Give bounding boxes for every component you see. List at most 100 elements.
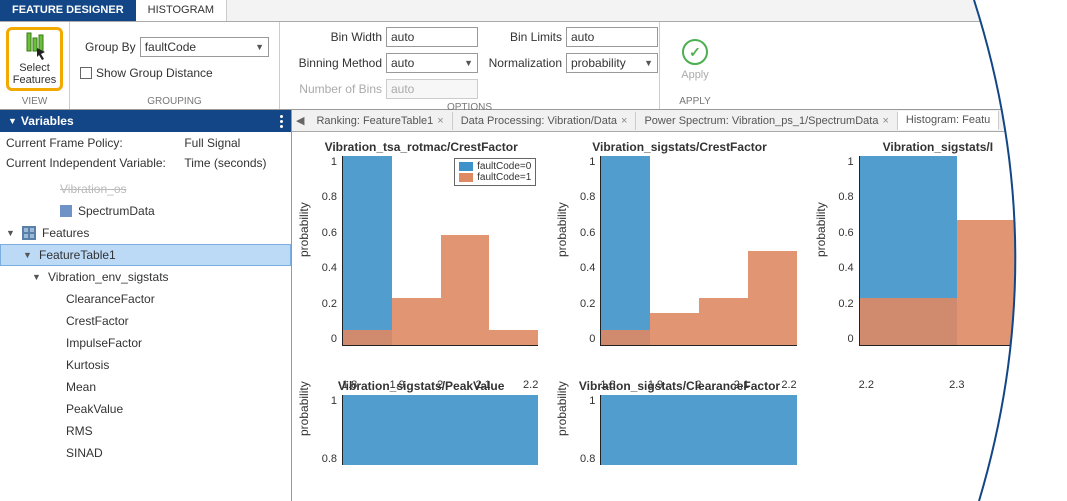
doc-tab-dataprocessing[interactable]: Data Processing: Vibration/Data × (453, 112, 637, 130)
select-features-button[interactable]: Select Features (6, 27, 63, 91)
doc-tab-ranking[interactable]: Ranking: FeatureTable1 × (308, 112, 452, 130)
expand-icon[interactable]: ▼ (32, 272, 42, 282)
histogram-bar (601, 330, 650, 345)
chart-title: Vibration_sigstats/I (815, 140, 1061, 154)
tree-row-vibenv[interactable]: ▼ Vibration_env_sigstats (0, 266, 291, 288)
select-features-icon (23, 32, 47, 60)
doc-tab-powerspectrum[interactable]: Power Spectrum: Vibration_ps_1/SpectrumD… (636, 112, 897, 130)
tree-leaf[interactable]: CrestFactor (0, 310, 291, 332)
select-features-label: Select Features (13, 62, 56, 86)
chart-title: Vibration_sigstats/PeakValue (298, 379, 544, 393)
histogram-bar (489, 330, 538, 345)
groupby-value: faultCode (145, 40, 196, 54)
histogram-bar (601, 156, 650, 345)
tree-row-features[interactable]: ▼ Features (0, 222, 291, 244)
histogram-bar (699, 298, 748, 345)
chevron-down-icon: ▼ (8, 116, 17, 126)
histogram-bar (860, 298, 958, 345)
tree-label: SpectrumData (78, 204, 155, 218)
groupby-label: Group By (80, 40, 136, 54)
histogram-bar (343, 156, 392, 345)
y-ticks: 10.80.60.40.20 (307, 156, 337, 345)
variables-title: Variables (21, 114, 280, 128)
expand-icon[interactable]: ▼ (23, 250, 33, 260)
histogram-bar (343, 330, 392, 345)
indep-var-label: Current Independent Variable: (6, 156, 184, 170)
tree-leaf[interactable]: Mean (0, 376, 291, 398)
frame-policy-value: Full Signal (184, 136, 285, 150)
histogram-bar (441, 235, 490, 345)
apply-label: Apply (681, 69, 709, 81)
chart-title: Vibration_sigstats/CrestFactor (556, 140, 802, 154)
histogram-bar (601, 395, 796, 465)
doc-tab-label: Histogram: Featu (906, 114, 990, 126)
binwidth-input[interactable]: auto (386, 27, 478, 47)
binmethod-label: Binning Method (290, 56, 382, 70)
histogram-bar (343, 395, 538, 465)
binlimits-label: Bin Limits (488, 30, 562, 44)
y-ticks: 10.80.60.40.20 (565, 156, 595, 345)
numbins-input: auto (386, 79, 478, 99)
doc-tab-label: Power Spectrum: Vibration_ps_1/SpectrumD… (644, 115, 878, 127)
numbins-label: Number of Bins (290, 82, 382, 96)
histogram-bar (748, 251, 797, 346)
tree-row-spectrumdata[interactable]: SpectrumData (0, 200, 291, 222)
close-icon[interactable]: × (882, 115, 888, 127)
frame-policy-label: Current Frame Policy: (6, 136, 184, 150)
doc-tab-label: Ranking: FeatureTable1 (316, 115, 433, 127)
show-group-distance-checkbox[interactable] (80, 67, 92, 79)
tree-row-featuretable1[interactable]: ▼ FeatureTable1 (0, 244, 291, 266)
panel-menu-icon[interactable] (280, 115, 283, 128)
normalization-label: Normalization (488, 56, 562, 70)
tree-row-hidden: Vibration_os (0, 178, 291, 200)
x-ticks: 2.22.32.4 (859, 379, 1055, 391)
groupby-dropdown[interactable]: faultCode ▼ (140, 37, 269, 57)
section-label-apply: APPLY (670, 96, 720, 107)
tree-leaf[interactable]: SINAD (0, 442, 291, 464)
close-icon[interactable]: × (621, 115, 627, 127)
normalization-value: probability (571, 56, 626, 70)
tree-leaf[interactable]: ClearanceFactor (0, 288, 291, 310)
chart-title: Vibration_tsa_rotmac/CrestFactor (298, 140, 544, 154)
histogram-bar (650, 313, 699, 345)
indep-var-value: Time (seconds) (184, 156, 285, 170)
binwidth-label: Bin Width (290, 30, 382, 44)
show-group-distance-label: Show Group Distance (96, 66, 213, 80)
tree-label: Features (42, 226, 89, 240)
y-ticks: 10.80.60.40.20 (824, 156, 854, 345)
tree-label: Vibration_env_sigstats (48, 270, 169, 284)
chevron-down-icon: ▼ (644, 58, 653, 68)
apply-button[interactable]: ✓ Apply (670, 35, 720, 85)
binlimits-input[interactable]: auto (566, 27, 658, 47)
tree-label: FeatureTable1 (39, 248, 116, 262)
tree-leaf[interactable]: RMS (0, 420, 291, 442)
close-icon[interactable]: × (437, 115, 443, 127)
y-ticks: 10.8 (565, 395, 595, 465)
histogram-chart: Vibration_sigstats/ClearanceFactorprobab… (556, 379, 802, 494)
doc-tab-label: Data Processing: Vibration/Data (461, 115, 617, 127)
doc-tab-histogram[interactable]: Histogram: Featu (898, 111, 999, 130)
numbins-value: auto (391, 82, 414, 96)
histogram-chart: Vibration_sigstats/PeakValueprobability1… (298, 379, 544, 494)
histogram-chart: Vibration_sigstats/Iprobability10.80.60.… (815, 140, 1061, 375)
tree-leaf[interactable]: Kurtosis (0, 354, 291, 376)
tab-histogram[interactable]: HISTOGRAM (136, 0, 227, 21)
expand-icon[interactable]: ▼ (6, 228, 16, 238)
normalization-dropdown[interactable]: probability ▼ (566, 53, 658, 73)
tab-feature-designer[interactable]: FEATURE DESIGNER (0, 0, 136, 21)
chevron-down-icon: ▼ (464, 58, 473, 68)
variables-panel-header[interactable]: ▼ Variables (0, 110, 291, 132)
histogram-bar (392, 298, 441, 345)
tree-leaf[interactable]: ImpulseFactor (0, 332, 291, 354)
histogram-chart: Vibration_sigstats/CrestFactorprobabilit… (556, 140, 802, 375)
binmethod-value: auto (391, 56, 414, 70)
chart-legend: faultCode=0faultCode=1 (454, 158, 536, 186)
histogram-bar (957, 220, 1055, 345)
binwidth-value: auto (391, 30, 414, 44)
tree-leaf[interactable]: PeakValue (0, 398, 291, 420)
binmethod-dropdown[interactable]: auto ▼ (386, 53, 478, 73)
binlimits-value: auto (571, 30, 594, 44)
data-icon (60, 205, 72, 217)
section-label-view: VIEW (10, 96, 59, 107)
tab-scroll-left[interactable]: ◀ (292, 114, 308, 127)
